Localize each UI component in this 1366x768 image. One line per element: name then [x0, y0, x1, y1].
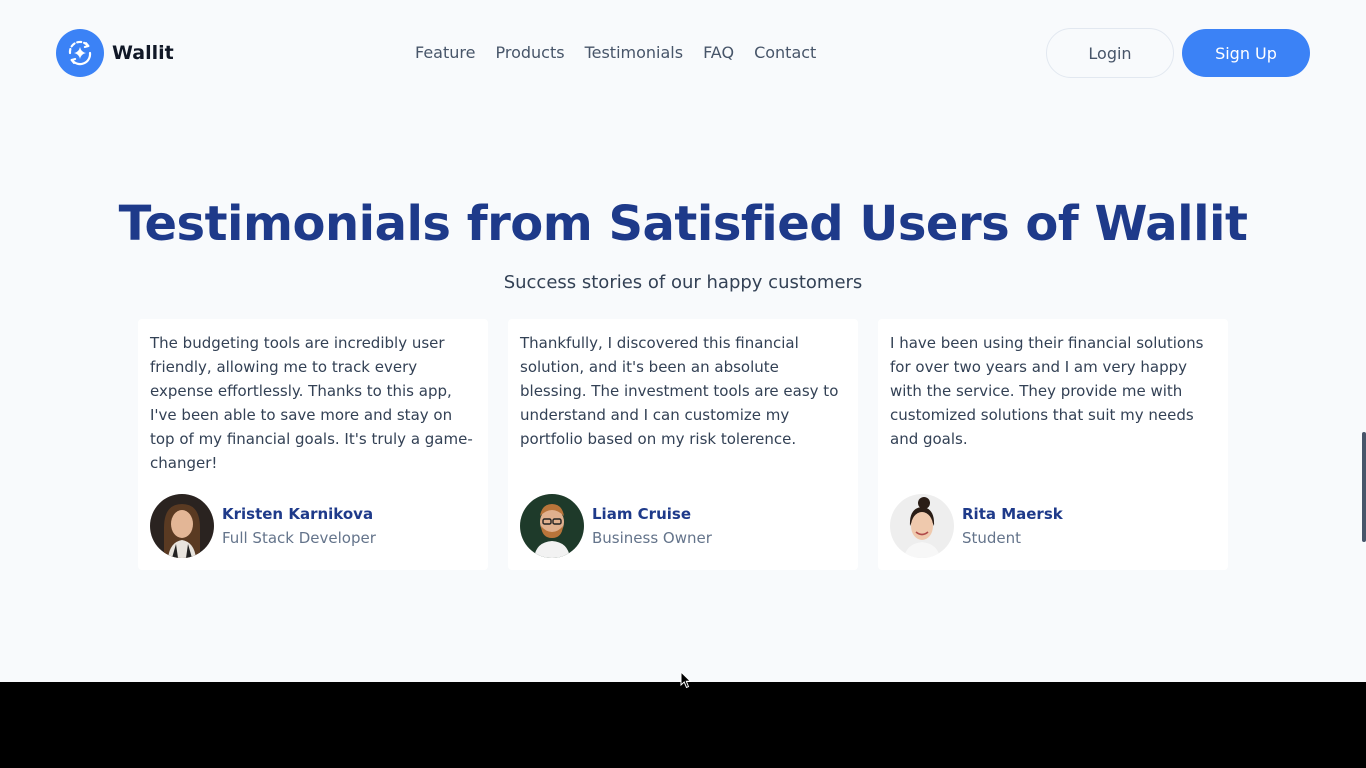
author-name: Liam Cruise — [592, 505, 692, 523]
nav-link-testimonials[interactable]: Testimonials — [585, 42, 684, 64]
testimonial-quote: The budgeting tools are incredibly user … — [150, 334, 473, 472]
author-info: Kristen Karnikova Full Stack Developer — [222, 502, 376, 550]
testimonial-card: The budgeting tools are incredibly user … — [138, 319, 488, 570]
footer-section — [0, 682, 1366, 768]
login-button[interactable]: Login — [1046, 28, 1174, 78]
author-name: Rita Maersk — [962, 505, 1063, 523]
brand-name: Wallit — [112, 42, 174, 64]
brand[interactable]: Wallit — [56, 29, 174, 77]
author-info: Liam Cruise Business Owner — [592, 502, 712, 550]
page: Wallit Feature Products Testimonials FAQ… — [0, 0, 1366, 768]
testimonial-card: Thankfully, I discovered this financial … — [508, 319, 858, 570]
testimonial-quote: Thankfully, I discovered this financial … — [520, 334, 839, 448]
author-info: Rita Maersk Student — [962, 502, 1063, 550]
testimonial-author: Kristen Karnikova Full Stack Developer — [150, 494, 376, 558]
testimonial-list: The budgeting tools are incredibly user … — [138, 319, 1228, 570]
author-name: Kristen Karnikova — [222, 505, 374, 523]
avatar — [520, 494, 584, 558]
author-role: Business Owner — [592, 529, 712, 547]
nav-link-faq[interactable]: FAQ — [703, 42, 734, 64]
scrollbar-thumb[interactable] — [1362, 432, 1366, 542]
sparkle-refresh-icon — [56, 29, 104, 77]
testimonial-card: I have been using their financial soluti… — [878, 319, 1228, 570]
nav-link-products[interactable]: Products — [495, 42, 564, 64]
signup-button[interactable]: Sign Up — [1182, 29, 1310, 77]
testimonial-quote: I have been using their financial soluti… — [890, 334, 1204, 448]
nav-link-contact[interactable]: Contact — [754, 42, 816, 64]
section-title: Testimonials from Satisfied Users of Wal… — [118, 196, 1248, 252]
site-header: Wallit Feature Products Testimonials FAQ… — [0, 0, 1366, 106]
main-nav: Feature Products Testimonials FAQ Contac… — [415, 42, 816, 64]
author-role: Full Stack Developer — [222, 529, 376, 547]
avatar — [890, 494, 954, 558]
nav-link-feature[interactable]: Feature — [415, 42, 475, 64]
author-role: Student — [962, 529, 1022, 547]
testimonial-author: Liam Cruise Business Owner — [520, 494, 712, 558]
mouse-cursor-icon — [680, 670, 692, 693]
section-subtitle: Success stories of our happy customers — [503, 272, 863, 293]
avatar — [150, 494, 214, 558]
testimonial-author: Rita Maersk Student — [890, 494, 1063, 558]
